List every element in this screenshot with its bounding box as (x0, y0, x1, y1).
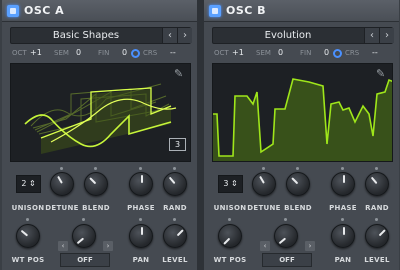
mod-dot[interactable] (26, 218, 29, 221)
warp-mode-dropdown[interactable]: OFF (60, 253, 110, 267)
arrow-left-icon[interactable]: ‹ (162, 28, 177, 43)
panel-divider (197, 0, 204, 270)
mod-dot[interactable] (375, 167, 378, 170)
pencil-icon[interactable]: ✎ (174, 68, 186, 80)
osc-a-header: OSC A (2, 0, 197, 22)
sem-label: SEM (256, 49, 271, 57)
mod-dot[interactable] (94, 167, 97, 170)
wavetable-selector[interactable]: Evolution ‹ › (212, 27, 394, 44)
power-icon[interactable] (209, 5, 221, 17)
warp-mode-dropdown[interactable]: OFF (262, 253, 312, 267)
crs-value[interactable]: -- (170, 48, 176, 57)
mod-dot[interactable] (341, 167, 344, 170)
sem-value[interactable]: 0 (76, 48, 81, 57)
mod-dot[interactable] (60, 167, 63, 170)
level-knob[interactable] (163, 224, 187, 248)
frame-number[interactable]: 3 (169, 138, 186, 151)
arrow-left-icon[interactable]: ‹ (364, 28, 379, 43)
mod-dot[interactable] (375, 218, 378, 221)
wt-pos-knob[interactable] (218, 224, 242, 248)
blend-label: BLEND (82, 204, 110, 212)
crs-icon[interactable] (333, 49, 342, 58)
arrow-right-icon[interactable]: › (177, 28, 192, 43)
rand-knob[interactable] (163, 172, 187, 196)
crs-icon[interactable] (131, 49, 140, 58)
mod-dot[interactable] (139, 218, 142, 221)
mod-dot[interactable] (173, 218, 176, 221)
level-label: LEVEL (364, 256, 390, 264)
oct-value[interactable]: +1 (232, 48, 244, 57)
crs-label: CRS (345, 49, 360, 57)
mod-dot[interactable] (82, 218, 85, 221)
blend-knob[interactable] (286, 172, 310, 196)
pan-knob[interactable] (129, 224, 153, 248)
blend-knob[interactable] (84, 172, 108, 196)
level-knob[interactable] (365, 224, 389, 248)
wavetable-3d-view (24, 83, 177, 154)
level-label: LEVEL (162, 256, 188, 264)
wavetable-name[interactable]: Basic Shapes (11, 30, 161, 41)
osc-b-panel: OSC B Evolution ‹ › OCT +1 SEM 0 FIN 0 C… (204, 0, 399, 270)
arrow-right-icon[interactable]: › (379, 28, 394, 43)
wt-pos-knob[interactable] (16, 224, 40, 248)
sem-value[interactable]: 0 (278, 48, 283, 57)
mod-dot[interactable] (228, 218, 231, 221)
arrow-right-icon[interactable]: › (305, 241, 315, 251)
unison-stepper[interactable]: 2 ⇕ (16, 175, 41, 193)
mod-dot[interactable] (296, 167, 299, 170)
wavetable-selector[interactable]: Basic Shapes ‹ › (10, 27, 192, 44)
warp-knob[interactable] (72, 224, 96, 248)
arrow-left-icon[interactable]: ‹ (260, 241, 270, 251)
fin-label: FIN (300, 49, 312, 57)
wt-pos-label: WT POS (11, 256, 45, 264)
crs-value[interactable]: -- (372, 48, 378, 57)
pan-knob[interactable] (331, 224, 355, 248)
wavetable-display[interactable]: ✎ (212, 63, 393, 162)
fin-label: FIN (98, 49, 110, 57)
osc-a-title: OSC A (24, 4, 65, 17)
fin-value[interactable]: 0 (122, 48, 127, 57)
oct-label: OCT (12, 49, 27, 57)
warp-knob[interactable] (274, 224, 298, 248)
arrow-left-icon[interactable]: ‹ (58, 241, 68, 251)
mod-dot[interactable] (173, 167, 176, 170)
osc-a-panel: OSC A Basic Shapes ‹ › OCT +1 SEM 0 FIN … (2, 0, 197, 270)
osc-b-title: OSC B (226, 4, 267, 17)
pitch-params: OCT +1 SEM 0 FIN 0 CRS -- (212, 46, 393, 60)
unison-stepper[interactable]: 3 ⇕ (218, 175, 243, 193)
wt-pos-label: WT POS (213, 256, 247, 264)
crs-label: CRS (143, 49, 158, 57)
arrow-right-icon[interactable]: › (103, 241, 113, 251)
oct-label: OCT (214, 49, 229, 57)
mod-dot[interactable] (341, 218, 344, 221)
pencil-icon[interactable]: ✎ (376, 68, 388, 80)
phase-knob[interactable] (331, 172, 355, 196)
sem-label: SEM (54, 49, 69, 57)
wavetable-name[interactable]: Evolution (213, 30, 363, 41)
detune-knob[interactable] (252, 172, 276, 196)
mod-dot[interactable] (139, 167, 142, 170)
waveform-view (213, 78, 392, 161)
rand-knob[interactable] (365, 172, 389, 196)
oct-value[interactable]: +1 (30, 48, 42, 57)
power-icon[interactable] (7, 5, 19, 17)
phase-knob[interactable] (129, 172, 153, 196)
rand-label: RAND (163, 204, 187, 212)
osc-b-header: OSC B (204, 0, 399, 22)
pitch-params: OCT +1 SEM 0 FIN 0 CRS -- (10, 46, 191, 60)
blend-label: BLEND (284, 204, 312, 212)
mod-dot[interactable] (284, 218, 287, 221)
detune-knob[interactable] (50, 172, 74, 196)
fin-value[interactable]: 0 (324, 48, 329, 57)
wavetable-display[interactable]: ✎ 3 (10, 63, 191, 162)
rand-label: RAND (365, 204, 389, 212)
mod-dot[interactable] (262, 167, 265, 170)
